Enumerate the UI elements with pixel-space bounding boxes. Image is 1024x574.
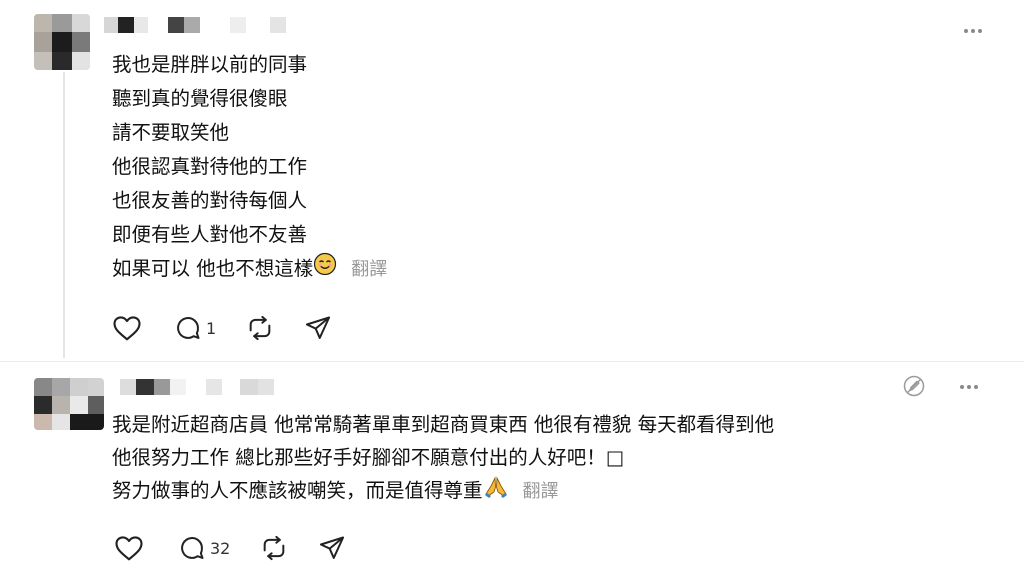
like-button[interactable] xyxy=(112,314,142,342)
share-icon xyxy=(320,536,345,559)
comment-line: 請不要取笑他 xyxy=(112,121,230,144)
username-blurred[interactable] xyxy=(104,17,286,33)
comment-line: 他很努力工作 總比那些好手好腳卻不願意付出的人好吧！□ xyxy=(112,446,625,469)
praying-hands-emoji xyxy=(483,475,509,509)
share-icon xyxy=(306,316,331,339)
repost-icon xyxy=(249,315,271,341)
reply-icon xyxy=(181,537,204,559)
comment-text: 我也是胖胖以前的同事 聽到真的覺得很傻眼 請不要取笑他 他很認真對待他的工作 也… xyxy=(112,48,387,287)
heart-icon xyxy=(113,316,141,341)
reply-count: 32 xyxy=(210,538,231,558)
thread-line xyxy=(63,72,65,358)
translate-link[interactable]: 翻譯 xyxy=(351,259,387,280)
comment-line: 他很認真對待他的工作 xyxy=(112,155,308,178)
more-options-icon[interactable] xyxy=(958,376,979,395)
comment-line: 也很友善的對待每個人 xyxy=(112,189,308,212)
repost-icon xyxy=(264,535,285,561)
translate-link[interactable]: 翻譯 xyxy=(523,481,559,502)
more-options-icon[interactable] xyxy=(962,20,983,39)
comment-line: 如果可以 他也不想這樣 xyxy=(112,257,314,280)
action-bar: 32 xyxy=(114,534,376,562)
share-button[interactable] xyxy=(304,314,332,342)
repost-button[interactable] xyxy=(260,534,288,562)
smiling-face-emoji xyxy=(313,252,337,287)
comment-1: 我也是胖胖以前的同事 聽到真的覺得很傻眼 請不要取笑他 他很認真對待他的工作 也… xyxy=(0,0,1024,360)
reply-button[interactable]: 32 xyxy=(178,534,230,562)
reply-button[interactable]: 1 xyxy=(174,314,216,342)
avatar[interactable] xyxy=(34,14,90,70)
like-button[interactable] xyxy=(114,534,144,562)
comment-line: 努力做事的人不應該被嘲笑，而是值得尊重 xyxy=(112,479,483,502)
repost-button[interactable] xyxy=(246,314,274,342)
edit-disabled-icon[interactable] xyxy=(902,374,926,402)
avatar[interactable] xyxy=(34,378,104,430)
reply-count: 1 xyxy=(206,318,217,338)
username-blurred[interactable] xyxy=(120,379,274,395)
reply-icon xyxy=(177,317,200,339)
comment-line: 我是附近超商店員 他常常騎著單車到超商買東西 他很有禮貌 每天都看得到他 xyxy=(112,413,775,436)
comment-line: 我也是胖胖以前的同事 xyxy=(112,53,308,76)
heart-icon xyxy=(115,536,143,561)
action-bar: 1 xyxy=(112,314,362,342)
share-button[interactable] xyxy=(318,534,346,562)
comment-line: 聽到真的覺得很傻眼 xyxy=(112,87,288,110)
divider xyxy=(0,361,1024,362)
comment-text: 我是附近超商店員 他常常騎著單車到超商買東西 他很有禮貌 每天都看得到他 他很努… xyxy=(112,408,774,509)
comment-line: 即便有些人對他不友善 xyxy=(112,223,308,246)
